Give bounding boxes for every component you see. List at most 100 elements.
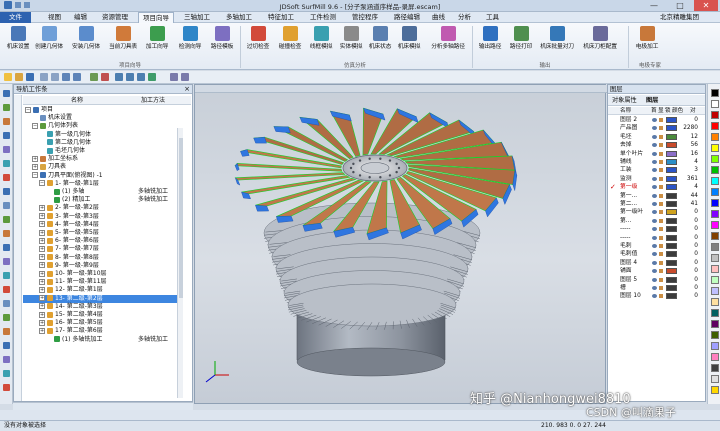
lock-icon[interactable] (659, 227, 663, 232)
palette-swatch[interactable] (711, 298, 719, 306)
layer-row[interactable]: 第... 0 (608, 217, 700, 225)
palette-swatch[interactable] (711, 232, 719, 240)
layer-color-swatch[interactable] (666, 125, 677, 132)
tree-row[interactable]: +10- 第一级-第10层 (23, 270, 183, 278)
lock-icon[interactable] (659, 193, 663, 198)
visibility-eye-icon[interactable] (652, 260, 657, 265)
layer-row[interactable]: 辅线 4 (608, 158, 700, 166)
palette-swatch[interactable] (711, 144, 719, 152)
layer-color-swatch[interactable] (666, 184, 677, 191)
palette-swatch[interactable] (711, 243, 719, 251)
overcut-check-button[interactable]: 过切检查 (243, 25, 273, 59)
menu-file[interactable]: 文件 (0, 12, 31, 23)
lock-icon[interactable] (659, 202, 663, 206)
lock-icon[interactable] (659, 160, 663, 164)
delete-tool-icon[interactable] (3, 286, 10, 293)
visibility-eye-icon[interactable] (652, 277, 657, 282)
lock-icon[interactable] (659, 168, 663, 173)
layer-row[interactable]: 图层 2 0 (608, 116, 700, 124)
lock-icon[interactable] (659, 176, 663, 181)
view-front-icon[interactable] (115, 73, 123, 81)
palette-swatch[interactable] (711, 100, 719, 108)
expand-toggle-icon[interactable]: + (39, 213, 45, 220)
tree-row[interactable]: +8- 第一级-第8层 (23, 254, 183, 262)
layer-color-swatch[interactable] (666, 192, 677, 199)
layer-row[interactable]: 第一... 44 (608, 192, 700, 200)
tree-row[interactable]: +6- 第一级-第6层 (23, 237, 183, 245)
layer-icon[interactable] (90, 73, 98, 81)
lock-icon[interactable] (659, 269, 663, 274)
layer-row[interactable]: ----- 0 (608, 234, 700, 242)
tree-row[interactable]: + 加工坐标系 (23, 155, 183, 163)
layer-color-swatch[interactable] (666, 175, 677, 182)
palette-swatch[interactable] (711, 287, 719, 295)
lock-icon[interactable] (659, 286, 663, 290)
tool-cabinet-button[interactable]: 机床刀柜配置 (580, 25, 620, 59)
tool-table-button[interactable]: 当前刀具表 (108, 25, 138, 59)
tree-row[interactable]: + 刀具表 (23, 163, 183, 171)
palette-swatch[interactable] (711, 265, 719, 273)
nav-scroll-thumb[interactable] (179, 138, 183, 298)
expand-toggle-icon[interactable]: + (39, 286, 45, 293)
save-file-icon[interactable] (26, 73, 34, 81)
visibility-eye-icon[interactable] (652, 134, 657, 139)
expand-toggle-icon[interactable]: + (39, 229, 45, 236)
tree-row[interactable]: +4- 第一级-第4层 (23, 221, 183, 229)
lock-icon[interactable] (659, 252, 663, 257)
tree-row[interactable]: +5- 第一级-第5层 (23, 229, 183, 237)
lock-icon[interactable] (659, 134, 663, 139)
line-tool-icon[interactable] (3, 118, 10, 125)
output-path-button[interactable]: 输出路径 (475, 25, 505, 59)
expand-toggle-icon[interactable]: + (32, 155, 38, 162)
lock-icon[interactable] (659, 260, 663, 265)
layer-color-swatch[interactable] (666, 268, 677, 275)
inspection-wizard-button[interactable]: 检测向导 (175, 25, 205, 59)
mirror-tool-icon[interactable] (3, 202, 10, 209)
view-top-icon[interactable] (126, 73, 134, 81)
layer-row[interactable]: 槽0 (608, 284, 700, 292)
menu-control[interactable]: 管控程序 (348, 12, 382, 23)
lock-icon[interactable] (659, 294, 663, 299)
layer-row[interactable]: 毛坯 12 (608, 133, 700, 141)
snap-tool-icon[interactable] (3, 370, 10, 377)
palette-swatch[interactable] (711, 210, 719, 218)
restore-button[interactable]: □ (668, 0, 692, 11)
layer-color-swatch[interactable] (666, 293, 677, 300)
lock-icon[interactable] (659, 244, 663, 248)
open-icon[interactable] (15, 73, 23, 81)
lock-icon[interactable] (659, 126, 663, 131)
menu-view[interactable]: 视图 (44, 12, 65, 23)
copy-icon[interactable] (51, 73, 59, 81)
palette-swatch[interactable] (711, 309, 719, 317)
layer-color-swatch[interactable] (666, 285, 677, 291)
col-name[interactable]: 名称 (71, 96, 83, 105)
tree-row[interactable]: +7- 第一级-第7层 (23, 245, 183, 253)
tree-row[interactable]: − 项目 (23, 106, 183, 114)
layer-row[interactable]: 去掉 56 (608, 141, 700, 149)
array-tool-icon[interactable] (3, 216, 10, 223)
expand-toggle-icon[interactable]: + (39, 221, 45, 228)
text-tool-icon[interactable] (3, 342, 10, 349)
menu-edit[interactable]: 编辑 (70, 12, 91, 23)
wireframe-sim-button[interactable]: 线框模拟 (306, 25, 336, 59)
batch-toolset-button[interactable]: 机床批量对刀 (537, 25, 577, 59)
lock-icon[interactable] (659, 277, 663, 282)
create-geometry-button[interactable]: 创建几何体 (34, 25, 64, 59)
palette-swatch[interactable] (711, 342, 719, 350)
shade-icon[interactable] (170, 73, 178, 81)
analyze-path-button[interactable]: 分析多轴路径 (428, 25, 468, 59)
tree-row[interactable]: +15- 第二级-第4层 (23, 311, 183, 319)
layer-row[interactable]: 毛刺值 0 (608, 250, 700, 258)
layer-color-swatch[interactable] (666, 133, 677, 140)
lock-icon[interactable] (659, 151, 663, 156)
lock-icon[interactable] (659, 218, 663, 223)
electrode-button[interactable]: 电极加工 (632, 25, 662, 59)
layer-row[interactable]: 工装 3 (608, 166, 700, 174)
menu-feature[interactable]: 特征加工 (264, 12, 298, 23)
expand-toggle-icon[interactable]: + (39, 262, 45, 269)
tree-row[interactable]: − 几何体列表 (23, 122, 183, 130)
machining-wizard-button[interactable]: 加工向导 (142, 25, 172, 59)
palette-swatch[interactable] (711, 331, 719, 339)
visibility-eye-icon[interactable] (652, 168, 657, 173)
visibility-eye-icon[interactable] (652, 202, 657, 206)
